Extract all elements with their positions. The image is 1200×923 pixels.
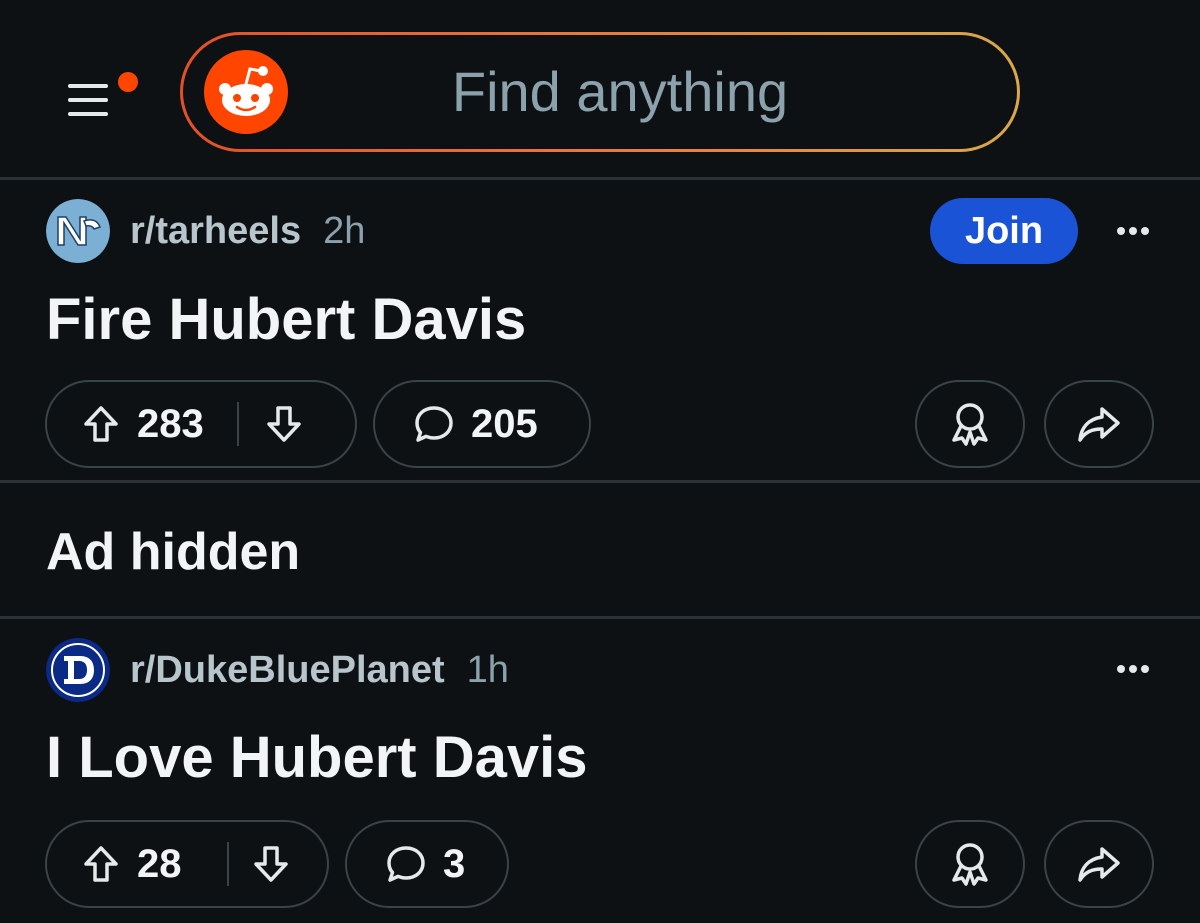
- more-options-button[interactable]: [1106, 649, 1160, 689]
- post-title[interactable]: Fire Hubert Davis: [46, 286, 526, 353]
- upvote-button[interactable]: [47, 820, 137, 908]
- divider: [0, 480, 1200, 483]
- more-icon: [1117, 665, 1149, 673]
- upvote-icon: [84, 846, 118, 882]
- menu-button[interactable]: [60, 68, 144, 130]
- share-button[interactable]: [1044, 820, 1154, 908]
- vote-count: 28: [137, 841, 182, 886]
- unc-logo-icon: [46, 199, 110, 263]
- divider: [0, 616, 1200, 619]
- post-time: 1h: [466, 648, 509, 691]
- search-bar[interactable]: Find anything: [180, 32, 1020, 152]
- downvote-button[interactable]: [239, 380, 329, 468]
- award-button[interactable]: [915, 380, 1025, 468]
- comments-button[interactable]: 3: [345, 820, 509, 908]
- downvote-icon: [267, 406, 301, 442]
- notification-dot: [118, 72, 138, 92]
- post-card[interactable]: r/tarheels 2h Join Fire Hubert Davis 283: [0, 180, 1200, 480]
- post-meta: r/tarheels 2h: [46, 198, 365, 264]
- more-icon: [1117, 227, 1149, 235]
- award-button[interactable]: [915, 820, 1025, 908]
- hamburger-icon: [68, 72, 138, 116]
- share-icon: [1078, 847, 1120, 882]
- award-icon: [952, 843, 988, 886]
- comment-icon-wrap: [347, 820, 443, 908]
- downvote-icon: [254, 846, 288, 882]
- duke-logo-icon: [46, 638, 110, 702]
- vote-bar: 283: [45, 380, 357, 468]
- comment-icon: [415, 406, 453, 442]
- comments-button[interactable]: 205: [373, 380, 591, 468]
- comment-count: 205: [471, 401, 538, 446]
- join-button[interactable]: Join: [930, 198, 1078, 264]
- ad-hidden-label: Ad hidden: [46, 523, 301, 581]
- downvote-button[interactable]: [229, 820, 313, 908]
- upvote-button[interactable]: [47, 380, 137, 468]
- subreddit-name[interactable]: r/tarheels: [130, 210, 301, 253]
- vote-bar: 28: [45, 820, 329, 908]
- search-input[interactable]: Find anything: [183, 35, 1017, 149]
- top-bar: Find anything: [0, 0, 1200, 178]
- subreddit-avatar[interactable]: [46, 638, 110, 702]
- share-icon: [1078, 407, 1120, 442]
- post-meta: r/DukeBluePlanet 1h: [46, 637, 509, 703]
- share-button[interactable]: [1044, 380, 1154, 468]
- comment-icon-wrap: [375, 380, 471, 468]
- post-time: 2h: [323, 209, 366, 252]
- upvote-icon: [84, 406, 118, 442]
- more-options-button[interactable]: [1106, 211, 1160, 251]
- subreddit-avatar[interactable]: [46, 199, 110, 263]
- subreddit-name[interactable]: r/DukeBluePlanet: [130, 649, 445, 692]
- post-card[interactable]: r/DukeBluePlanet 1h I Love Hubert Davis …: [0, 620, 1200, 923]
- comment-icon: [387, 846, 425, 882]
- comment-count: 3: [443, 841, 466, 886]
- vote-count: 283: [137, 401, 204, 446]
- post-title[interactable]: I Love Hubert Davis: [46, 724, 587, 791]
- award-icon: [952, 403, 988, 446]
